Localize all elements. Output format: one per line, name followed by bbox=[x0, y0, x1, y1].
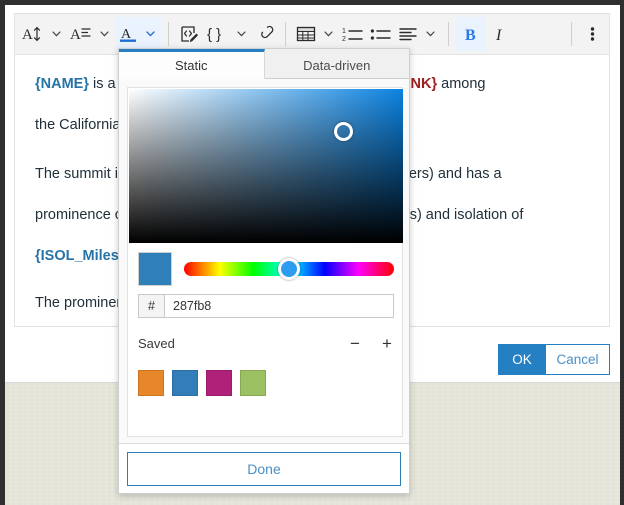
toolbar-separator-4 bbox=[571, 22, 572, 46]
text-run: The prominen bbox=[35, 295, 125, 311]
color-picker-tabs: Static Data-driven bbox=[119, 49, 409, 79]
text-run: The summit i bbox=[35, 166, 118, 182]
hex-hash-label: # bbox=[139, 295, 165, 317]
expression-icon[interactable]: { } bbox=[202, 17, 232, 51]
text-run: among bbox=[437, 76, 486, 92]
saved-swatch[interactable] bbox=[206, 370, 232, 396]
svg-text:2: 2 bbox=[342, 36, 346, 43]
font-size-chevron-down-icon[interactable] bbox=[48, 17, 64, 51]
tab-static[interactable]: Static bbox=[119, 49, 265, 79]
saturation-cursor[interactable] bbox=[333, 121, 353, 141]
token-name: {NAME} bbox=[35, 76, 89, 92]
font-size-icon[interactable]: A bbox=[19, 17, 47, 51]
text-run: is a bbox=[88, 76, 120, 92]
current-color-swatch bbox=[138, 252, 172, 286]
saved-swatch[interactable] bbox=[240, 370, 266, 396]
hex-input[interactable] bbox=[165, 295, 393, 317]
toolbar-separator-3 bbox=[448, 22, 449, 46]
table-group bbox=[293, 17, 339, 51]
hex-input-row: # bbox=[138, 294, 394, 318]
expression-group: { } bbox=[202, 17, 252, 51]
expression-glyph: { } bbox=[205, 25, 229, 43]
svg-text:1: 1 bbox=[342, 28, 346, 35]
color-picker-body: # Saved − + bbox=[127, 87, 403, 437]
align-glyph bbox=[398, 25, 418, 43]
hue-slider[interactable] bbox=[184, 258, 394, 280]
saved-colors-header: Saved − + bbox=[138, 332, 394, 354]
saved-swatch[interactable] bbox=[172, 370, 198, 396]
link-glyph bbox=[255, 24, 275, 44]
insert-snippet-icon[interactable] bbox=[176, 17, 202, 51]
svg-text:{ }: { } bbox=[207, 26, 221, 43]
svg-text:A: A bbox=[22, 27, 33, 43]
svg-text:B: B bbox=[465, 27, 476, 43]
numbered-list-icon[interactable]: 1 2 bbox=[339, 17, 367, 51]
font-color-icon[interactable]: A bbox=[115, 17, 141, 51]
align-icon[interactable] bbox=[395, 17, 421, 51]
bold-glyph: B bbox=[463, 25, 479, 43]
tab-data-driven[interactable]: Data-driven bbox=[264, 49, 409, 78]
remove-saved-color-button[interactable]: − bbox=[348, 335, 362, 352]
saved-swatch[interactable] bbox=[138, 370, 164, 396]
color-preview-row bbox=[138, 251, 394, 287]
window-edge-right bbox=[620, 0, 624, 505]
table-chevron-down-icon[interactable] bbox=[320, 17, 336, 51]
saved-label: Saved bbox=[138, 335, 175, 351]
color-picker-footer: Done bbox=[119, 443, 409, 493]
text-run: the California bbox=[35, 117, 121, 133]
align-group bbox=[395, 17, 441, 51]
more-options-icon[interactable] bbox=[579, 17, 605, 51]
text-run: prominence o bbox=[35, 207, 123, 223]
ok-button[interactable]: OK bbox=[499, 345, 545, 374]
paragraph-style-chevron-down-icon[interactable] bbox=[96, 17, 112, 51]
color-picker-popup: Static Data-driven # Saved − bbox=[118, 48, 410, 494]
toolbar-separator-2 bbox=[285, 22, 286, 46]
table-icon[interactable] bbox=[293, 17, 319, 51]
font-color-chevron-down-icon[interactable] bbox=[142, 17, 158, 51]
font-size-glyph: A bbox=[22, 25, 44, 43]
hue-slider-knob[interactable] bbox=[278, 258, 300, 280]
link-icon[interactable] bbox=[252, 17, 278, 51]
done-button[interactable]: Done bbox=[127, 451, 401, 486]
table-glyph bbox=[296, 25, 316, 43]
bulleted-list-icon[interactable] bbox=[367, 17, 395, 51]
saved-color-swatches bbox=[138, 370, 394, 396]
add-saved-color-button[interactable]: + bbox=[380, 335, 394, 352]
bold-icon[interactable]: B bbox=[456, 17, 486, 51]
numbered-list-glyph: 1 2 bbox=[342, 25, 364, 43]
token-isolation: {ISOL_Miles bbox=[35, 248, 119, 264]
cancel-button[interactable]: Cancel bbox=[545, 345, 609, 374]
saturation-value-area[interactable] bbox=[129, 89, 403, 243]
saved-controls: − + bbox=[348, 335, 394, 352]
align-chevron-down-icon[interactable] bbox=[422, 17, 438, 51]
svg-text:A: A bbox=[70, 27, 81, 43]
snippet-glyph bbox=[179, 24, 199, 44]
toolbar-separator-1 bbox=[168, 22, 169, 46]
italic-icon[interactable]: I bbox=[486, 17, 516, 51]
paragraph-style-icon[interactable]: A bbox=[67, 17, 95, 51]
expression-chevron-down-icon[interactable] bbox=[233, 17, 249, 51]
app-root: A A A {} 1 2 B I {NAME} is a among the … bbox=[0, 0, 624, 505]
paragraph-style-glyph: A bbox=[70, 25, 92, 43]
paragraph-style-group: A bbox=[67, 17, 115, 51]
bulleted-list-glyph bbox=[370, 25, 392, 43]
overflow-dots-glyph bbox=[590, 25, 595, 43]
font-color-glyph: A bbox=[119, 25, 137, 43]
italic-glyph: I bbox=[493, 25, 509, 43]
font-size-group: A bbox=[19, 17, 67, 51]
font-color-group[interactable]: A bbox=[115, 17, 161, 51]
dialog-actions: OK Cancel bbox=[498, 344, 610, 375]
svg-text:I: I bbox=[495, 27, 502, 43]
